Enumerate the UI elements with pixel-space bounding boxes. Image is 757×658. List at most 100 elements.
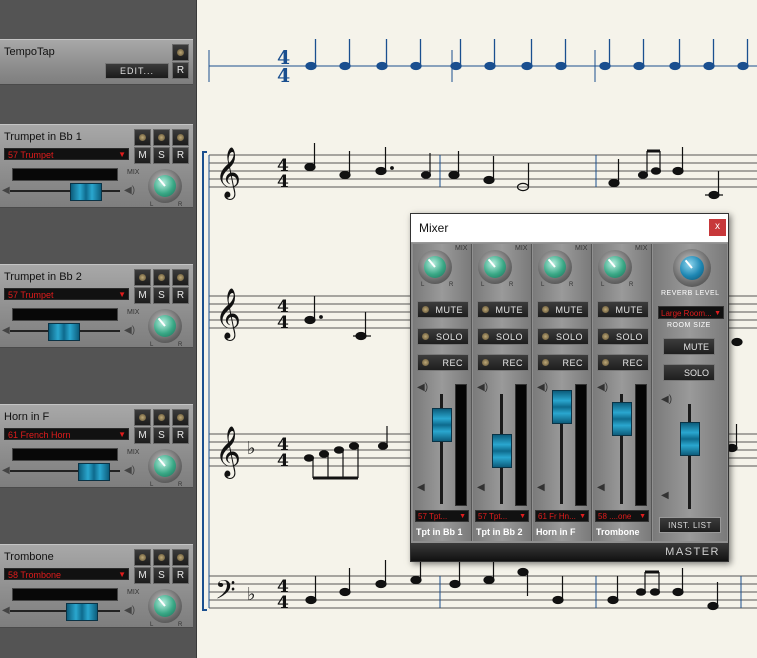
patch-select[interactable]: 61 Fr Hn... ▼ xyxy=(535,510,589,522)
patch-select[interactable]: 58 ....one ▼ xyxy=(595,510,649,522)
mixer-strip-4: MIX L R MUTE SOLO REC ◀) ◀ 58 ....one ▼ T… xyxy=(593,244,652,541)
mute-button[interactable]: MUTE xyxy=(597,301,649,318)
pan-left-label: L xyxy=(150,202,154,208)
track-led-button-2[interactable] xyxy=(153,409,170,426)
mute-button[interactable]: M xyxy=(134,147,151,164)
tempo-record-led-button[interactable] xyxy=(172,44,189,61)
solo-button[interactable]: S xyxy=(153,567,170,584)
speaker-low-icon: ◀ xyxy=(537,482,545,493)
solo-button[interactable]: S xyxy=(153,287,170,304)
patch-select[interactable]: 57 Trumpet ▼ xyxy=(4,148,129,160)
pan-knob[interactable] xyxy=(598,250,632,284)
record-button[interactable]: R xyxy=(172,287,189,304)
track-led-button-1[interactable] xyxy=(134,549,151,566)
patch-select[interactable]: 58 Trombone ▼ xyxy=(4,568,129,580)
track-led-button-1[interactable] xyxy=(134,409,151,426)
volume-fader-thumb[interactable] xyxy=(612,402,632,436)
patch-select[interactable]: 61 French Horn ▼ xyxy=(4,428,129,440)
speaker-high-icon: ◀) xyxy=(597,382,609,393)
record-button[interactable]: REC xyxy=(417,354,469,371)
time-sig-bottom: 4 xyxy=(277,593,289,613)
mute-button[interactable]: MUTE xyxy=(477,301,529,318)
pan-knob[interactable] xyxy=(148,449,182,483)
solo-button[interactable]: SOLO xyxy=(597,328,649,345)
master-solo-button[interactable]: SOLO xyxy=(663,364,715,381)
patch-select[interactable]: 57 Tpt... ▼ xyxy=(415,510,469,522)
pan-knob[interactable] xyxy=(148,169,182,203)
master-fader-track xyxy=(688,404,691,509)
reverb-knob[interactable] xyxy=(673,249,711,287)
tempo-r-button[interactable]: R xyxy=(172,62,189,79)
pan-knob[interactable] xyxy=(478,250,512,284)
speaker-high-icon: ◀) xyxy=(124,465,136,476)
solo-button[interactable]: S xyxy=(153,427,170,444)
pan-right-label: R xyxy=(629,282,634,288)
track-name: Trumpet in Bb 1 xyxy=(4,131,82,143)
solo-button[interactable]: SOLO xyxy=(417,328,469,345)
mix-label: MIX xyxy=(515,245,528,252)
solo-button[interactable]: SOLO xyxy=(537,328,589,345)
level-meter xyxy=(575,384,587,506)
track-led-button-2[interactable] xyxy=(153,269,170,286)
record-button[interactable]: REC xyxy=(597,354,649,371)
track-led-button-3[interactable] xyxy=(172,409,189,426)
solo-button[interactable]: SOLO xyxy=(477,328,529,345)
volume-fader-thumb[interactable] xyxy=(492,434,512,468)
track-name: Horn in F xyxy=(4,411,50,423)
speaker-high-icon: ◀) xyxy=(124,605,136,616)
patch-select[interactable]: 57 Trumpet ▼ xyxy=(4,288,129,300)
master-label: MASTER xyxy=(665,546,720,558)
record-button[interactable]: REC xyxy=(477,354,529,371)
pan-knob[interactable] xyxy=(148,309,182,343)
track-led-button-1[interactable] xyxy=(134,269,151,286)
dropdown-arrow-icon: ▼ xyxy=(118,570,126,579)
volume-fader-thumb[interactable] xyxy=(78,463,110,481)
track-name: Trombone xyxy=(4,551,54,563)
mute-button[interactable]: MUTE xyxy=(417,301,469,318)
pan-right-label: R xyxy=(569,282,574,288)
pan-left-label: L xyxy=(150,342,154,348)
mixer-title-bar[interactable]: Mixer x xyxy=(411,214,728,243)
mute-button[interactable]: M xyxy=(134,287,151,304)
patch-select[interactable]: 57 Tpt... ▼ xyxy=(475,510,529,522)
tempo-edit-button[interactable]: EDIT... xyxy=(105,63,169,79)
mute-button[interactable]: M xyxy=(134,567,151,584)
pan-knob[interactable] xyxy=(538,250,572,284)
mix-label: MIX xyxy=(635,245,648,252)
master-mute-button[interactable]: MUTE xyxy=(663,338,715,355)
track-led-button-2[interactable] xyxy=(153,549,170,566)
volume-fader-thumb[interactable] xyxy=(48,323,80,341)
volume-fader-thumb[interactable] xyxy=(70,183,102,201)
track-led-button-3[interactable] xyxy=(172,129,189,146)
close-button[interactable]: x xyxy=(709,219,726,236)
track-led-button-2[interactable] xyxy=(153,129,170,146)
pan-knob[interactable] xyxy=(148,589,182,623)
mixer-title: Mixer xyxy=(419,221,449,235)
mute-button[interactable]: M xyxy=(134,427,151,444)
room-size-label: ROOM SIZE xyxy=(667,322,711,329)
inst-list-button[interactable]: INST. LIST xyxy=(659,517,721,533)
tempo-track: TempoTap R EDIT... xyxy=(0,39,193,85)
pan-left-label: L xyxy=(601,282,605,288)
track-trumpet-2: Trumpet in Bb 2 M S R 57 Trumpet ▼ ◀ ◀) M… xyxy=(0,264,193,348)
track-led-button-1[interactable] xyxy=(134,129,151,146)
speaker-low-icon: ◀ xyxy=(477,482,485,493)
solo-button[interactable]: S xyxy=(153,147,170,164)
record-button[interactable]: REC xyxy=(537,354,589,371)
track-led-button-3[interactable] xyxy=(172,269,189,286)
master-fader-thumb[interactable] xyxy=(680,422,700,456)
room-size-select[interactable]: Large Room... ▼ xyxy=(658,306,724,319)
record-button[interactable]: R xyxy=(172,147,189,164)
pan-knob[interactable] xyxy=(418,250,452,284)
volume-fader-thumb[interactable] xyxy=(552,390,572,424)
time-sig-bottom: 4 xyxy=(277,313,289,333)
mute-button[interactable]: MUTE xyxy=(537,301,589,318)
volume-fader-thumb[interactable] xyxy=(66,603,98,621)
record-button[interactable]: R xyxy=(172,567,189,584)
time-sig-bottom: 4 xyxy=(277,172,289,192)
mixer-strip-2: MIX L R MUTE SOLO REC ◀) ◀ 57 Tpt... ▼ Tp… xyxy=(473,244,532,541)
track-led-button-3[interactable] xyxy=(172,549,189,566)
record-button[interactable]: R xyxy=(172,427,189,444)
volume-fader-thumb[interactable] xyxy=(432,408,452,442)
master-strip: REVERB LEVEL Large Room... ▼ ROOM SIZE MU… xyxy=(653,244,727,541)
